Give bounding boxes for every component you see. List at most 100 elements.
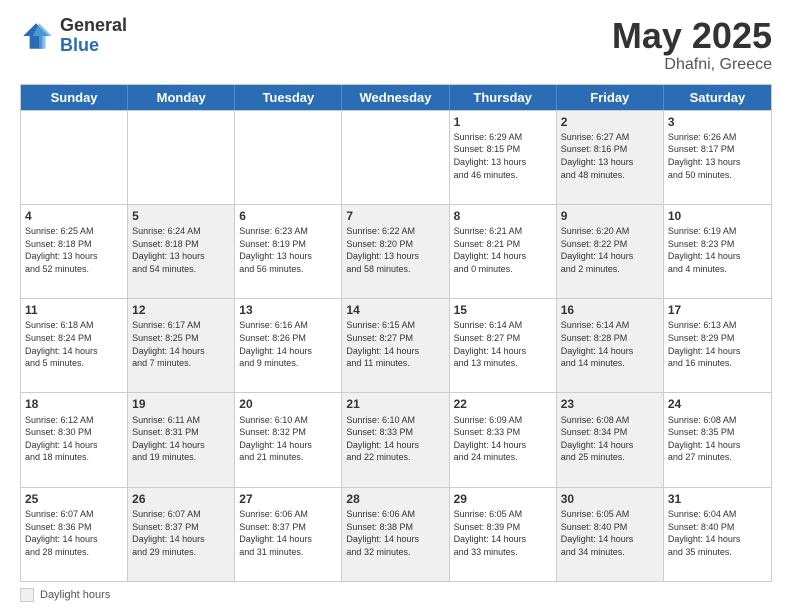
cell-content: Sunrise: 6:07 AM Sunset: 8:36 PM Dayligh… [25,508,123,558]
cell-content: Sunrise: 6:07 AM Sunset: 8:37 PM Dayligh… [132,508,230,558]
day-number: 19 [132,396,230,412]
day-number: 29 [454,491,552,507]
calendar-cell: 13Sunrise: 6:16 AM Sunset: 8:26 PM Dayli… [235,299,342,392]
cell-content: Sunrise: 6:26 AM Sunset: 8:17 PM Dayligh… [668,131,767,181]
day-number: 20 [239,396,337,412]
cell-content: Sunrise: 6:14 AM Sunset: 8:28 PM Dayligh… [561,319,659,369]
day-number: 15 [454,302,552,318]
cell-content: Sunrise: 6:22 AM Sunset: 8:20 PM Dayligh… [346,225,444,275]
calendar-cell: 9Sunrise: 6:20 AM Sunset: 8:22 PM Daylig… [557,205,664,298]
cell-content: Sunrise: 6:25 AM Sunset: 8:18 PM Dayligh… [25,225,123,275]
day-number: 17 [668,302,767,318]
header-cell-sunday: Sunday [21,85,128,110]
calendar-cell: 17Sunrise: 6:13 AM Sunset: 8:29 PM Dayli… [664,299,771,392]
cell-content: Sunrise: 6:12 AM Sunset: 8:30 PM Dayligh… [25,414,123,464]
cell-content: Sunrise: 6:06 AM Sunset: 8:38 PM Dayligh… [346,508,444,558]
header: General Blue May 2025 Dhafni, Greece [20,16,772,74]
day-number: 23 [561,396,659,412]
day-number: 12 [132,302,230,318]
cell-content: Sunrise: 6:09 AM Sunset: 8:33 PM Dayligh… [454,414,552,464]
daylight-label: Daylight hours [40,589,110,601]
calendar-cell [128,111,235,204]
calendar-cell: 16Sunrise: 6:14 AM Sunset: 8:28 PM Dayli… [557,299,664,392]
calendar-row: 18 Sunrise: 6:12 AM Sunset: 8:30 PM Dayli… [21,392,771,486]
logo-blue: Blue [60,36,127,56]
day-number: 22 [454,396,552,412]
day-number: 2 [561,114,659,130]
calendar-cell: 21 Sunrise: 6:10 AM Sunset: 8:33 PM Dayli… [342,393,449,486]
calendar-cell: 29Sunrise: 6:05 AM Sunset: 8:39 PM Dayli… [450,488,557,581]
day-number: 30 [561,491,659,507]
logo-icon [20,20,52,52]
calendar-row: 4Sunrise: 6:25 AM Sunset: 8:18 PM Daylig… [21,204,771,298]
cell-content: Sunrise: 6:18 AM Sunset: 8:24 PM Dayligh… [25,319,123,369]
day-number: 3 [668,114,767,130]
day-number: 24 [668,396,767,412]
header-cell-saturday: Saturday [664,85,771,110]
calendar-cell: 8Sunrise: 6:21 AM Sunset: 8:21 PM Daylig… [450,205,557,298]
cell-content: Sunrise: 6:11 AM Sunset: 8:31 PM Dayligh… [132,414,230,464]
calendar-cell: 12Sunrise: 6:17 AM Sunset: 8:25 PM Dayli… [128,299,235,392]
calendar-cell: 10Sunrise: 6:19 AM Sunset: 8:23 PM Dayli… [664,205,771,298]
header-cell-friday: Friday [557,85,664,110]
header-cell-monday: Monday [128,85,235,110]
day-number: 1 [454,114,552,130]
calendar-cell: 22 Sunrise: 6:09 AM Sunset: 8:33 PM Dayli… [450,393,557,486]
calendar-cell: 3Sunrise: 6:26 AM Sunset: 8:17 PM Daylig… [664,111,771,204]
calendar-cell: 27Sunrise: 6:06 AM Sunset: 8:37 PM Dayli… [235,488,342,581]
day-number: 28 [346,491,444,507]
calendar-cell: 7Sunrise: 6:22 AM Sunset: 8:20 PM Daylig… [342,205,449,298]
cell-content: Sunrise: 6:27 AM Sunset: 8:16 PM Dayligh… [561,131,659,181]
calendar-cell: 25Sunrise: 6:07 AM Sunset: 8:36 PM Dayli… [21,488,128,581]
day-number: 16 [561,302,659,318]
calendar-cell: 24Sunrise: 6:08 AM Sunset: 8:35 PM Dayli… [664,393,771,486]
title-block: May 2025 Dhafni, Greece [612,16,772,74]
cell-content: Sunrise: 6:15 AM Sunset: 8:27 PM Dayligh… [346,319,444,369]
calendar-cell: 14Sunrise: 6:15 AM Sunset: 8:27 PM Dayli… [342,299,449,392]
calendar-cell: 11Sunrise: 6:18 AM Sunset: 8:24 PM Dayli… [21,299,128,392]
calendar-cell [235,111,342,204]
calendar-cell [21,111,128,204]
calendar-row: 11Sunrise: 6:18 AM Sunset: 8:24 PM Dayli… [21,298,771,392]
title-month: May 2025 [612,16,772,56]
calendar-cell: 2Sunrise: 6:27 AM Sunset: 8:16 PM Daylig… [557,111,664,204]
day-number: 21 [346,396,444,412]
day-number: 6 [239,208,337,224]
day-number: 31 [668,491,767,507]
calendar-cell: 19 Sunrise: 6:11 AM Sunset: 8:31 PM Dayli… [128,393,235,486]
calendar-cell: 26Sunrise: 6:07 AM Sunset: 8:37 PM Dayli… [128,488,235,581]
day-number: 11 [25,302,123,318]
calendar-cell: 5Sunrise: 6:24 AM Sunset: 8:18 PM Daylig… [128,205,235,298]
cell-content: Sunrise: 6:29 AM Sunset: 8:15 PM Dayligh… [454,131,552,181]
day-number: 8 [454,208,552,224]
logo: General Blue [20,16,127,56]
calendar-cell [342,111,449,204]
calendar-row: 1Sunrise: 6:29 AM Sunset: 8:15 PM Daylig… [21,110,771,204]
calendar-row: 25Sunrise: 6:07 AM Sunset: 8:36 PM Dayli… [21,487,771,581]
cell-content: Sunrise: 6:10 AM Sunset: 8:33 PM Dayligh… [346,414,444,464]
cell-content: Sunrise: 6:17 AM Sunset: 8:25 PM Dayligh… [132,319,230,369]
calendar: SundayMondayTuesdayWednesdayThursdayFrid… [20,84,772,582]
cell-content: Sunrise: 6:05 AM Sunset: 8:40 PM Dayligh… [561,508,659,558]
day-number: 10 [668,208,767,224]
cell-content: Sunrise: 6:19 AM Sunset: 8:23 PM Dayligh… [668,225,767,275]
day-number: 5 [132,208,230,224]
calendar-body: 1Sunrise: 6:29 AM Sunset: 8:15 PM Daylig… [21,110,771,581]
logo-text: General Blue [60,16,127,56]
logo-general: General [60,16,127,36]
cell-content: Sunrise: 6:21 AM Sunset: 8:21 PM Dayligh… [454,225,552,275]
calendar-cell: 1Sunrise: 6:29 AM Sunset: 8:15 PM Daylig… [450,111,557,204]
daylight-box [20,588,34,602]
day-number: 18 [25,396,123,412]
calendar-cell: 23Sunrise: 6:08 AM Sunset: 8:34 PM Dayli… [557,393,664,486]
header-cell-tuesday: Tuesday [235,85,342,110]
title-location: Dhafni, Greece [612,56,772,74]
calendar-cell: 4Sunrise: 6:25 AM Sunset: 8:18 PM Daylig… [21,205,128,298]
cell-content: Sunrise: 6:20 AM Sunset: 8:22 PM Dayligh… [561,225,659,275]
day-number: 25 [25,491,123,507]
cell-content: Sunrise: 6:23 AM Sunset: 8:19 PM Dayligh… [239,225,337,275]
calendar-cell: 20 Sunrise: 6:10 AM Sunset: 8:32 PM Dayli… [235,393,342,486]
cell-content: Sunrise: 6:24 AM Sunset: 8:18 PM Dayligh… [132,225,230,275]
cell-content: Sunrise: 6:06 AM Sunset: 8:37 PM Dayligh… [239,508,337,558]
cell-content: Sunrise: 6:10 AM Sunset: 8:32 PM Dayligh… [239,414,337,464]
